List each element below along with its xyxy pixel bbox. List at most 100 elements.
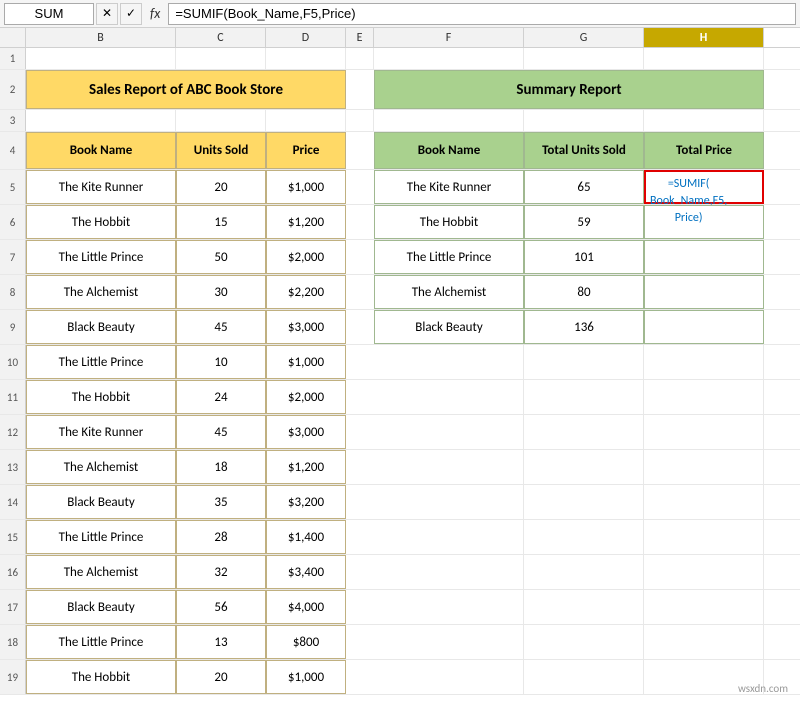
cell-d11[interactable]: $2,000 [266,380,346,414]
cell-b9[interactable]: Black Beauty [26,310,176,344]
cell-d3[interactable] [266,110,346,131]
cell-c16[interactable]: 32 [176,555,266,589]
cell-f6[interactable]: The Hobbit [374,205,524,239]
cell-d12[interactable]: $3,000 [266,415,346,449]
cell-d9[interactable]: $3,000 [266,310,346,344]
cell-e3[interactable] [346,110,374,131]
name-box[interactable] [4,3,94,25]
cell-c4[interactable]: Units Sold [176,132,266,169]
cell-e8[interactable] [346,275,374,309]
cell-d1[interactable] [266,48,346,69]
col-header-e[interactable]: E [346,28,374,47]
cell-b11[interactable]: The Hobbit [26,380,176,414]
cell-e6[interactable] [346,205,374,239]
col-header-h[interactable]: H [644,28,764,47]
cell-e13[interactable] [346,450,374,484]
cell-e1[interactable] [346,48,374,69]
cell-b4[interactable]: Book Name [26,132,176,169]
cell-f15[interactable] [374,520,524,554]
col-header-f[interactable]: F [374,28,524,47]
cell-g10[interactable] [524,345,644,379]
cell-c9[interactable]: 45 [176,310,266,344]
cell-h10[interactable] [644,345,764,379]
cell-g3[interactable] [524,110,644,131]
cell-e19[interactable] [346,660,374,694]
cell-h15[interactable] [644,520,764,554]
cell-f3[interactable] [374,110,524,131]
cell-h1[interactable] [644,48,764,69]
cell-f16[interactable] [374,555,524,589]
cell-f5[interactable]: The Kite Runner [374,170,524,204]
cell-f12[interactable] [374,415,524,449]
cell-h14[interactable] [644,485,764,519]
cell-g13[interactable] [524,450,644,484]
col-header-d[interactable]: D [266,28,346,47]
cell-h4[interactable]: Total Price [644,132,764,169]
cell-c18[interactable]: 13 [176,625,266,659]
cell-c19[interactable]: 20 [176,660,266,694]
cell-g14[interactable] [524,485,644,519]
cell-b12[interactable]: The Kite Runner [26,415,176,449]
cell-e5[interactable] [346,170,374,204]
cell-g4[interactable]: Total Units Sold [524,132,644,169]
cell-d13[interactable]: $1,200 [266,450,346,484]
cell-e18[interactable] [346,625,374,659]
formula-input[interactable] [168,3,796,25]
cell-c11[interactable]: 24 [176,380,266,414]
cell-g12[interactable] [524,415,644,449]
cell-b5[interactable]: The Kite Runner [26,170,176,204]
cell-f19[interactable] [374,660,524,694]
cell-e15[interactable] [346,520,374,554]
cell-b3[interactable] [26,110,176,131]
cell-d7[interactable]: $2,000 [266,240,346,274]
cell-f4[interactable]: Book Name [374,132,524,169]
cell-e9[interactable] [346,310,374,344]
cell-e17[interactable] [346,590,374,624]
cell-c17[interactable]: 56 [176,590,266,624]
col-header-g[interactable]: G [524,28,644,47]
cell-g5[interactable]: 65 [524,170,644,204]
cell-h3[interactable] [644,110,764,131]
cell-f17[interactable] [374,590,524,624]
cell-d17[interactable]: $4,000 [266,590,346,624]
cell-f1[interactable] [374,48,524,69]
cell-g8[interactable]: 80 [524,275,644,309]
cell-h11[interactable] [644,380,764,414]
cell-d10[interactable]: $1,000 [266,345,346,379]
cell-d4[interactable]: Price [266,132,346,169]
cell-g11[interactable] [524,380,644,414]
cell-e14[interactable] [346,485,374,519]
cell-e16[interactable] [346,555,374,589]
cell-f13[interactable] [374,450,524,484]
cell-d15[interactable]: $1,400 [266,520,346,554]
cell-e2[interactable] [346,70,374,109]
col-header-b[interactable]: B [26,28,176,47]
cell-c13[interactable]: 18 [176,450,266,484]
cell-g17[interactable] [524,590,644,624]
cell-b18[interactable]: The Little Prince [26,625,176,659]
cell-h13[interactable] [644,450,764,484]
cell-c14[interactable]: 35 [176,485,266,519]
cell-c7[interactable]: 50 [176,240,266,274]
cell-h12[interactable] [644,415,764,449]
cell-c12[interactable]: 45 [176,415,266,449]
cell-f11[interactable] [374,380,524,414]
cell-b8[interactable]: The Alchemist [26,275,176,309]
cell-h7[interactable] [644,240,764,274]
cell-b7[interactable]: The Little Prince [26,240,176,274]
cell-d14[interactable]: $3,200 [266,485,346,519]
cell-e7[interactable] [346,240,374,274]
cell-c10[interactable]: 10 [176,345,266,379]
left-table-title[interactable]: Sales Report of ABC Book Store [26,70,346,109]
cell-h17[interactable] [644,590,764,624]
cell-d18[interactable]: $800 [266,625,346,659]
confirm-button[interactable]: ✓ [120,3,142,25]
cell-b17[interactable]: Black Beauty [26,590,176,624]
cell-f14[interactable] [374,485,524,519]
cell-g16[interactable] [524,555,644,589]
cell-b19[interactable]: The Hobbit [26,660,176,694]
cell-g15[interactable] [524,520,644,554]
cell-d16[interactable]: $3,400 [266,555,346,589]
cell-f7[interactable]: The Little Prince [374,240,524,274]
cell-c5[interactable]: 20 [176,170,266,204]
